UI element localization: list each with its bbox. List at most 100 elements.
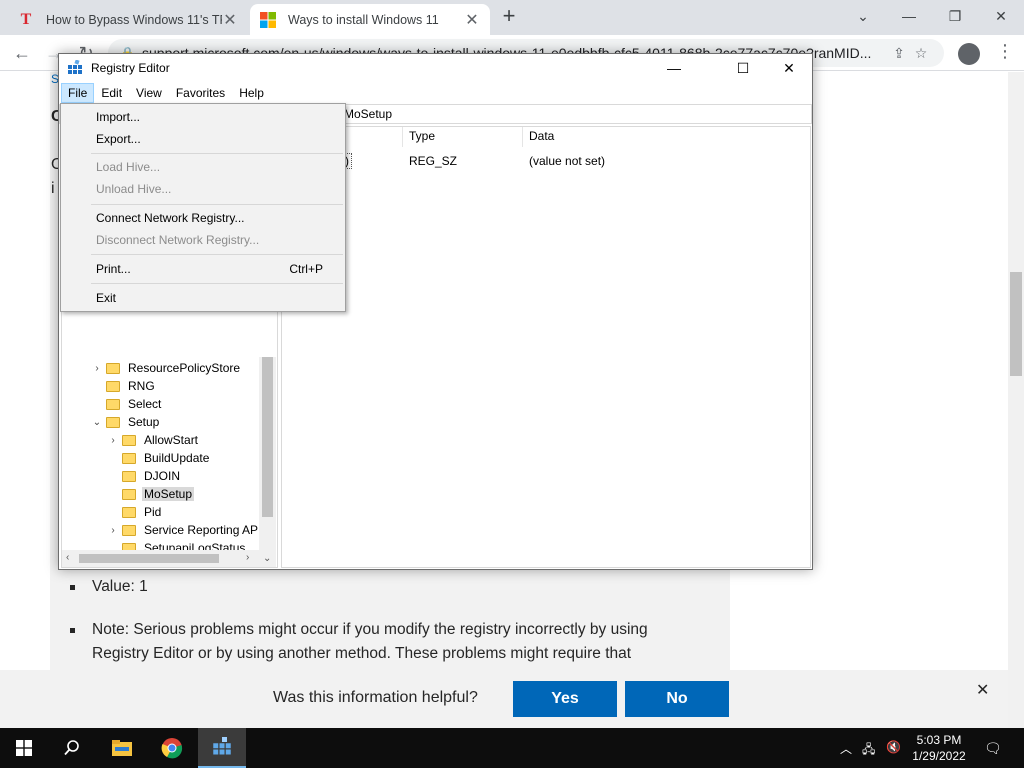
column-divider[interactable] <box>402 127 403 147</box>
share-icon[interactable]: ⇪ <box>888 45 910 62</box>
expand-chevron-icon[interactable]: › <box>106 525 120 536</box>
column-header-data[interactable]: Data <box>529 129 554 143</box>
network-icon[interactable]: 🖧 <box>862 740 875 761</box>
start-windows-icon[interactable] <box>0 728 48 768</box>
feedback-bar: Was this information helpful? Yes No ✕ <box>0 670 1008 728</box>
tree-item[interactable]: BuildUpdate <box>106 449 211 467</box>
menu-item-import[interactable]: Import... <box>63 106 343 128</box>
scroll-down-arrow-icon[interactable]: ⌄ <box>263 553 271 564</box>
bullet-icon <box>70 585 75 590</box>
tab-ways-to-install-windows-11[interactable]: Ways to install Windows 11 ✕ <box>250 4 490 35</box>
feedback-yes-button[interactable]: Yes <box>513 681 617 717</box>
table-row[interactable]: ) REG_SZ (value not set) <box>282 153 810 171</box>
tab-close-icon[interactable]: ✕ <box>464 10 480 30</box>
menu-item-connect-network-registry[interactable]: Connect Network Registry... <box>63 207 343 229</box>
regedit-maximize-button[interactable]: ☐ <box>720 54 766 82</box>
tree-item-label: BuildUpdate <box>144 451 210 465</box>
menu-view[interactable]: View <box>129 83 169 103</box>
page-scrollbar[interactable] <box>1008 72 1024 728</box>
folder-icon <box>122 524 136 536</box>
tree-horizontal-scrollbar[interactable]: ‹ › <box>62 550 259 567</box>
tray-chevron-up-icon[interactable]: ︿ <box>840 740 852 757</box>
bullet-icon <box>70 628 75 633</box>
feedback-close-icon[interactable]: ✕ <box>976 680 989 700</box>
minimize-button[interactable]: — <box>886 0 932 32</box>
tab-title: Ways to install Windows 11 <box>288 12 439 27</box>
close-window-button[interactable]: ✕ <box>978 0 1024 32</box>
volume-muted-icon[interactable]: 🔇 <box>886 740 901 754</box>
new-tab-button[interactable]: + <box>498 5 520 28</box>
menu-edit[interactable]: Edit <box>94 83 129 103</box>
bullet-text: Note: Serious problems might occur if yo… <box>92 621 648 662</box>
column-divider[interactable] <box>522 127 523 147</box>
menu-item-export[interactable]: Export... <box>63 128 343 150</box>
tree-item[interactable]: MoSetup <box>106 485 195 503</box>
tree-item[interactable]: › ResourcePolicyStore <box>90 359 242 377</box>
tree-item[interactable]: Pid <box>106 503 163 521</box>
tree-item[interactable]: RNG <box>90 377 157 395</box>
menu-separator <box>91 283 343 284</box>
menu-separator <box>91 254 343 255</box>
tab-title: How to Bypass Windows 11's TPM <box>46 12 222 27</box>
profile-avatar-icon[interactable] <box>958 43 980 65</box>
regedit-titlebar[interactable]: Registry Editor <box>59 54 812 82</box>
column-header-type[interactable]: Type <box>409 129 435 143</box>
folder-icon <box>122 452 136 464</box>
chrome-menu-icon[interactable]: ⋮ <box>996 41 1014 62</box>
page-fragment-text: i <box>51 180 55 197</box>
tree-item[interactable]: DJOIN <box>106 467 182 485</box>
list-item: Note: Serious problems might occur if yo… <box>70 618 692 666</box>
scroll-left-arrow-icon[interactable]: ‹ <box>66 552 69 563</box>
file-dropdown-menu: Import... Export... Load Hive... Unload … <box>60 103 346 312</box>
expand-chevron-icon[interactable]: › <box>106 435 120 446</box>
menu-item-exit[interactable]: Exit <box>63 287 343 309</box>
regedit-app-icon <box>67 59 83 76</box>
menu-favorites[interactable]: Favorites <box>169 83 232 103</box>
microsoft-logo-icon <box>260 11 276 28</box>
menu-help[interactable]: Help <box>232 83 271 103</box>
tree-item-label: ResourcePolicyStore <box>128 361 241 375</box>
menu-item-load-hive: Load Hive... <box>96 160 161 174</box>
tree-item[interactable]: Select <box>90 395 163 413</box>
collapse-chevron-icon[interactable]: ⌄ <box>90 417 104 428</box>
bookmark-star-icon[interactable]: ☆ <box>910 45 932 62</box>
clock-date: 1/29/2022 <box>912 749 966 763</box>
notifications-icon[interactable]: 🗨 <box>984 740 1002 757</box>
tomshardware-favicon-icon: T <box>20 10 32 28</box>
page-scrollbar-thumb[interactable] <box>1010 272 1022 376</box>
regedit-minimize-button[interactable]: — <box>651 54 697 82</box>
registry-values-pane[interactable]: Type Data ) REG_SZ (value not set) <box>281 126 811 568</box>
tree-scrollbar-thumb[interactable] <box>262 357 273 517</box>
search-icon[interactable] <box>48 728 96 768</box>
tree-item-label: RNG <box>128 379 155 393</box>
system-clock[interactable]: 5:03 PM 1/29/2022 <box>906 732 972 764</box>
tree-item[interactable]: ⌄ Setup <box>90 413 161 431</box>
tree-item[interactable]: › Service Reporting API <box>106 521 263 539</box>
regedit-close-button[interactable]: ✕ <box>766 54 812 82</box>
address-text: MoSetup <box>344 107 393 121</box>
folder-icon <box>122 506 136 518</box>
restore-button[interactable]: ❐ <box>932 0 978 32</box>
tab-bypass-windows-11[interactable]: T How to Bypass Windows 11's TPM ✕ <box>8 4 248 35</box>
browser-tab-strip: T How to Bypass Windows 11's TPM ✕ Ways … <box>0 0 1024 35</box>
menu-file[interactable]: File <box>61 83 95 103</box>
scroll-right-arrow-icon[interactable]: › <box>246 552 249 563</box>
chrome-icon[interactable] <box>148 728 196 768</box>
tree-item-label: Service Reporting API <box>144 523 262 537</box>
back-arrow-icon[interactable]: ← <box>10 41 34 65</box>
tree-hscroll-thumb[interactable] <box>79 554 219 563</box>
file-explorer-icon[interactable] <box>98 728 146 768</box>
tree-item[interactable]: › AllowStart <box>106 431 200 449</box>
folder-icon <box>122 434 136 446</box>
tab-search-chevron-icon[interactable]: ⌄ <box>840 0 886 32</box>
value-type: REG_SZ <box>409 154 458 168</box>
regedit-taskbar-icon[interactable] <box>198 728 246 768</box>
tree-item-label: Setup <box>128 415 160 429</box>
tree-item-label: Select <box>128 397 162 411</box>
tree-vertical-scrollbar[interactable]: ⌄ <box>259 357 276 567</box>
expand-chevron-icon[interactable]: › <box>90 363 104 374</box>
menu-item-print[interactable]: Print... Ctrl+P <box>63 258 343 280</box>
feedback-no-button[interactable]: No <box>625 681 729 717</box>
tab-close-icon[interactable]: ✕ <box>222 10 238 30</box>
tree-item-label: AllowStart <box>144 433 199 447</box>
